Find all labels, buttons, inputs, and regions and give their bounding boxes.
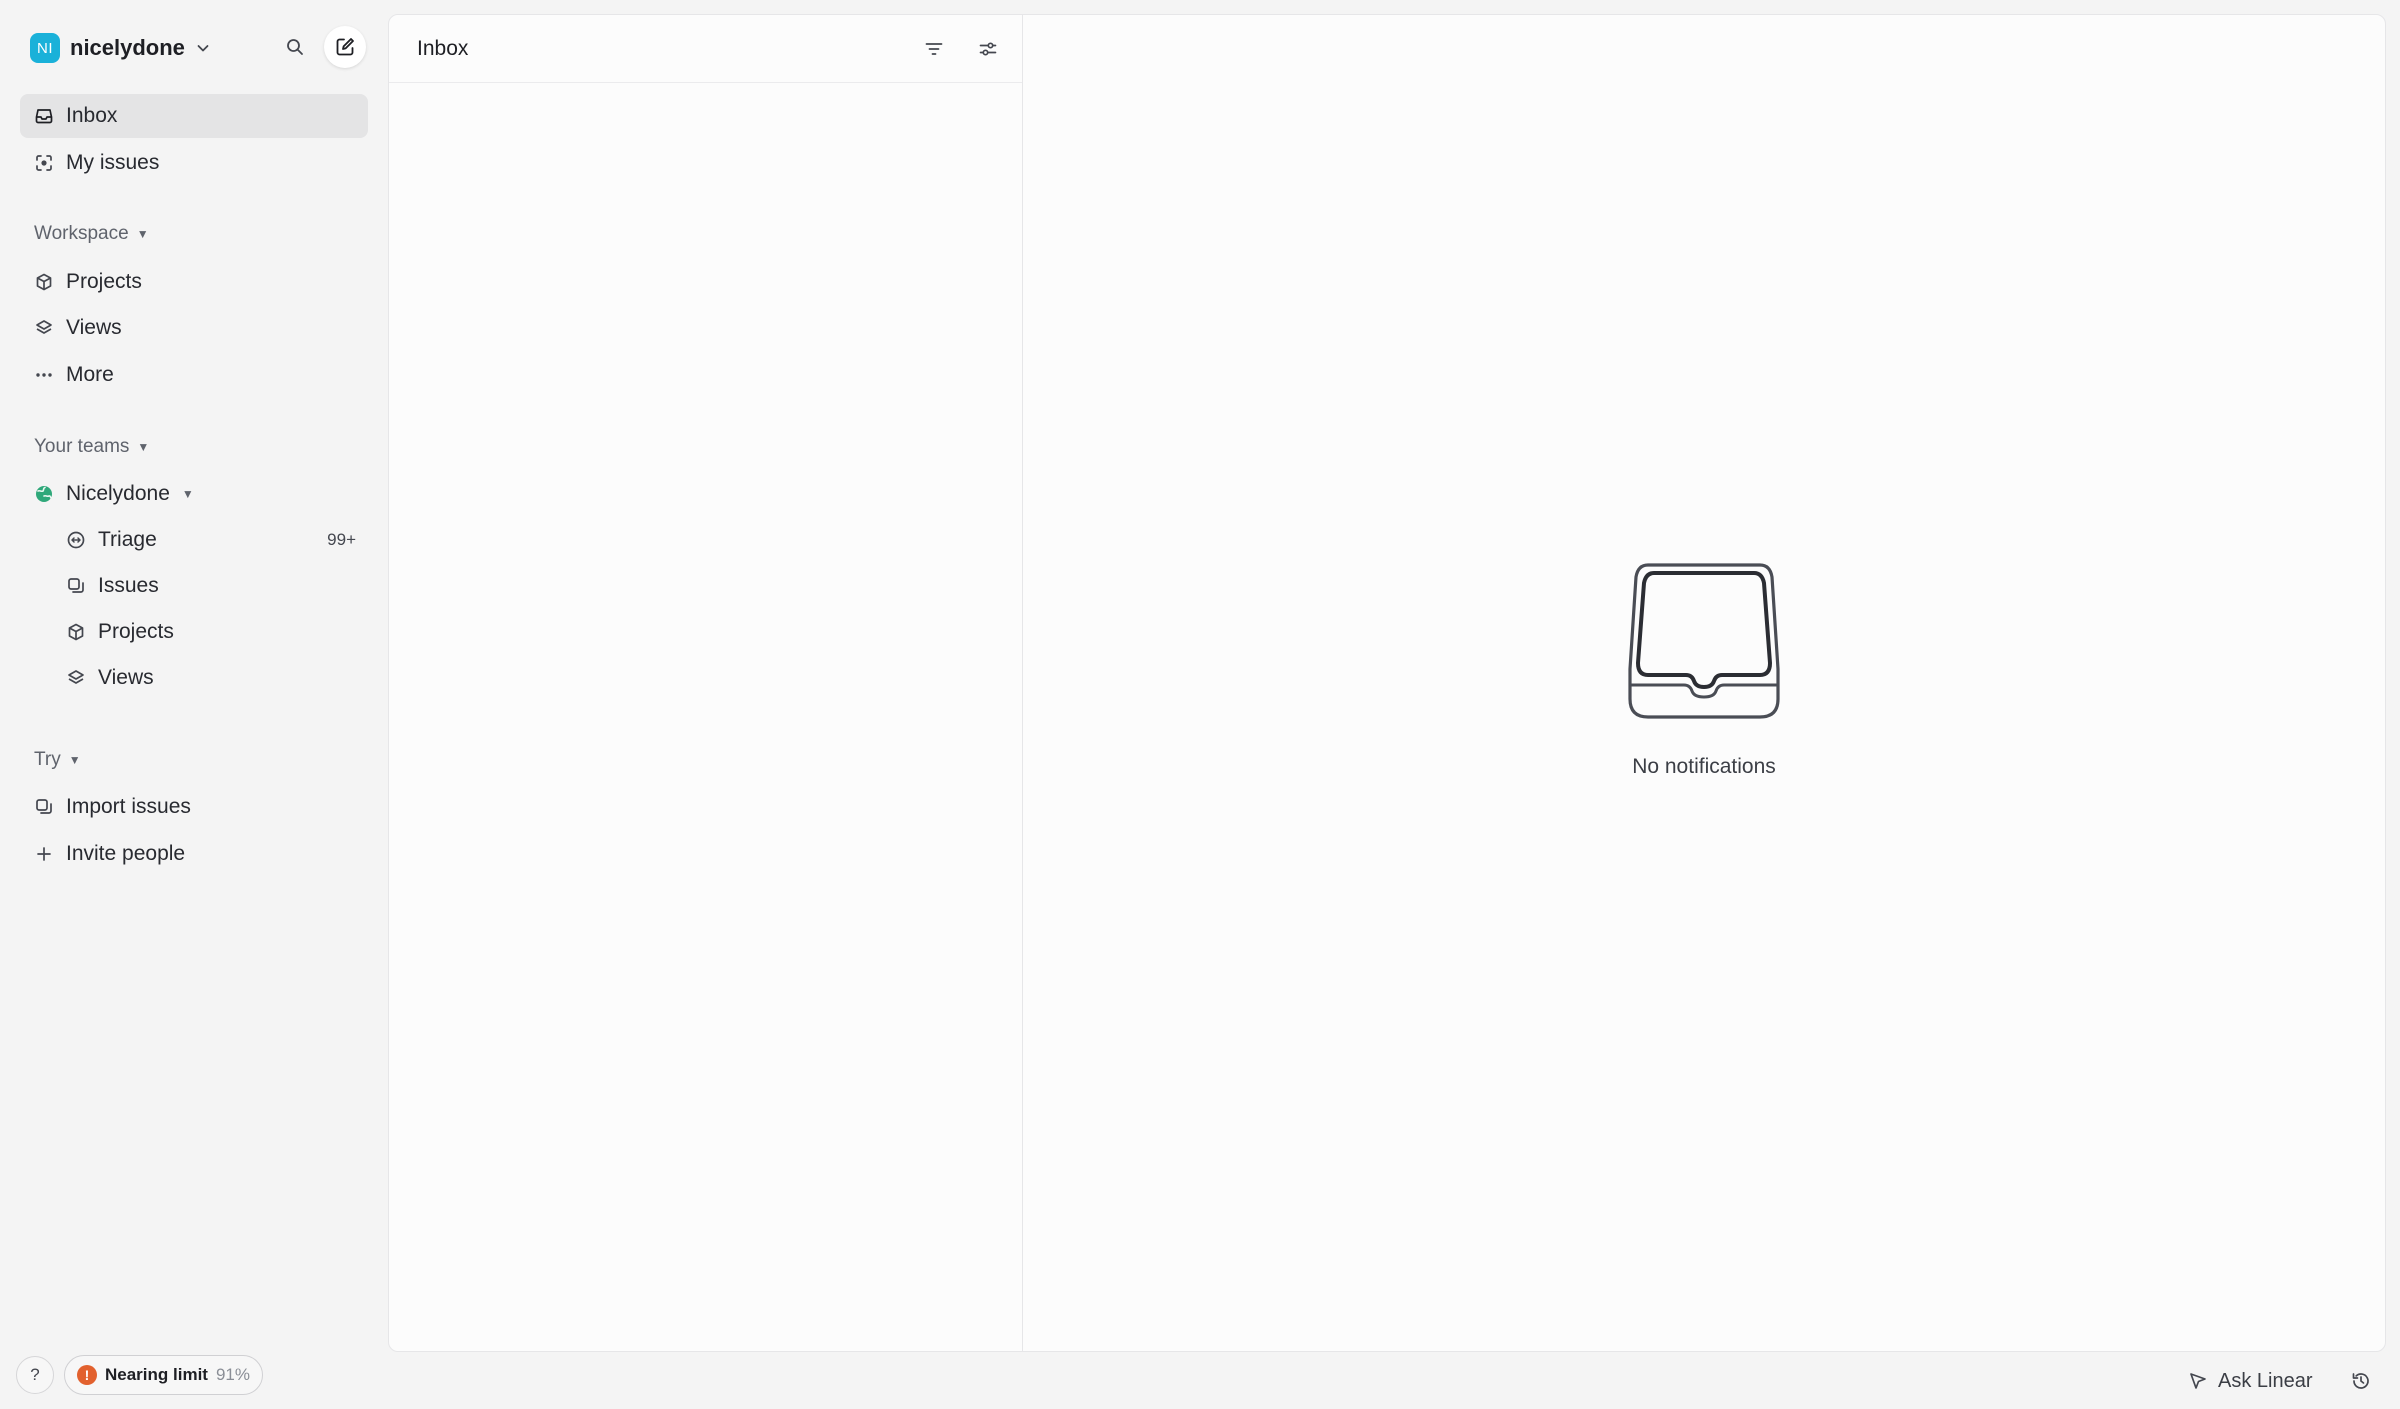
sidebar-item-invite-people[interactable]: Invite people (20, 832, 368, 876)
limit-label: Nearing limit (105, 1365, 208, 1384)
layers-icon (66, 668, 86, 688)
sidebar-item-label: More (66, 363, 114, 386)
sidebar-item-inbox[interactable]: Inbox (20, 94, 368, 138)
section-teams-toggle[interactable]: Your teams ▼ (34, 433, 149, 461)
caret-down-icon: ▼ (181, 487, 194, 501)
section-workspace-toggle[interactable]: Workspace ▼ (34, 220, 149, 248)
team-name: Nicelydone (66, 482, 170, 505)
layers-icon (34, 318, 54, 338)
caret-down-icon: ▼ (136, 227, 149, 241)
caret-down-icon: ▼ (137, 440, 150, 454)
sidebar-item-team-projects[interactable]: Projects (52, 610, 368, 654)
search-icon (285, 37, 305, 57)
cube-icon (34, 272, 54, 292)
sidebar-item-import-issues[interactable]: Import issues (20, 785, 368, 829)
filter-icon (923, 38, 945, 60)
display-options-button[interactable] (973, 34, 1003, 64)
sidebar-item-label: Projects (98, 620, 174, 643)
new-issue-button[interactable] (324, 26, 366, 68)
cube-icon (66, 622, 86, 642)
team-globe-icon (34, 484, 54, 504)
inbox-list-pane: Inbox (389, 15, 1023, 1351)
caret-down-icon: ▼ (68, 753, 81, 767)
workspace-avatar: NI (30, 33, 60, 63)
section-label: Your teams (34, 436, 130, 457)
sliders-icon (977, 38, 999, 60)
limit-percent: 91% (215, 1365, 250, 1384)
empty-inbox-icon (1628, 559, 1780, 723)
plus-icon (34, 844, 54, 864)
sidebar: NI nicelydone Inbox My issues Workspace … (0, 0, 382, 1409)
main-panel: Inbox No notifications (388, 14, 2386, 1352)
workspace-name: nicelydone (70, 35, 185, 60)
section-label: Try (34, 749, 61, 770)
chevron-down-icon (195, 40, 211, 56)
more-dots-icon (34, 365, 54, 385)
ask-linear-button[interactable]: Ask Linear (2188, 1366, 2313, 1396)
sidebar-item-label: Issues (98, 574, 159, 597)
help-button[interactable]: ? (16, 1356, 54, 1394)
sidebar-item-label: Triage (98, 528, 157, 551)
notification-detail-pane: No notifications (1023, 15, 2385, 1351)
history-icon (2350, 1370, 2372, 1392)
sidebar-item-views[interactable]: Views (20, 306, 368, 350)
triage-icon (66, 530, 86, 550)
sidebar-item-label: Invite people (66, 842, 186, 865)
sidebar-item-projects[interactable]: Projects (20, 260, 368, 304)
workspace-switcher[interactable]: NI nicelydone (30, 32, 211, 64)
ask-linear-label: Ask Linear (2218, 1369, 2313, 1392)
triage-count-badge: 99+ (327, 530, 356, 549)
filter-button[interactable] (919, 34, 949, 64)
sidebar-item-more[interactable]: More (20, 353, 368, 397)
sidebar-item-label: Import issues (66, 795, 191, 818)
sidebar-item-label: Views (66, 316, 122, 339)
sidebar-item-label: Projects (66, 270, 142, 293)
empty-state-message: No notifications (1632, 755, 1776, 778)
sidebar-item-team-views[interactable]: Views (52, 656, 368, 700)
warning-icon: ! (77, 1365, 97, 1385)
search-button[interactable] (280, 32, 310, 62)
sidebar-item-label: Inbox (66, 104, 118, 127)
import-icon (34, 797, 54, 817)
sidebar-item-triage[interactable]: Triage 99+ (52, 518, 368, 562)
sidebar-item-label: My issues (66, 151, 160, 174)
cursor-arrow-icon (2188, 1371, 2208, 1391)
compose-icon (334, 36, 356, 58)
inbox-header: Inbox (389, 15, 1022, 83)
issues-icon (66, 576, 86, 596)
sidebar-item-my-issues[interactable]: My issues (20, 141, 368, 185)
sidebar-item-label: Views (98, 666, 154, 689)
sidebar-item-issues[interactable]: Issues (52, 564, 368, 608)
history-button[interactable] (2346, 1366, 2376, 1396)
inbox-icon (34, 106, 54, 126)
section-try-toggle[interactable]: Try ▼ (34, 746, 81, 774)
focus-icon (34, 153, 54, 173)
page-title: Inbox (417, 36, 469, 60)
sidebar-team-nicelydone[interactable]: Nicelydone ▼ (20, 472, 368, 516)
section-label: Workspace (34, 223, 129, 244)
empty-state: No notifications (1023, 559, 2385, 779)
usage-limit-pill[interactable]: ! Nearing limit 91% (64, 1355, 263, 1395)
